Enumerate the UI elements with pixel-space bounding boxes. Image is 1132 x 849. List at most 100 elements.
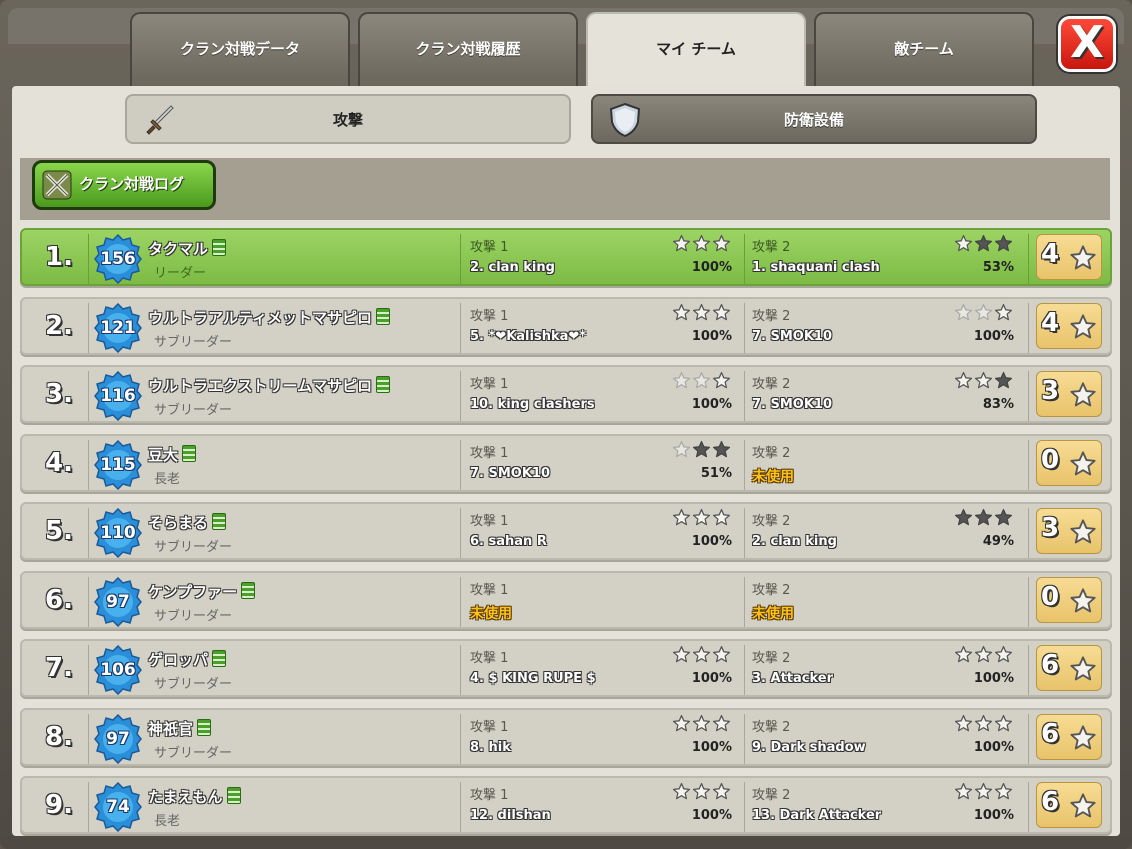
- notes-icon[interactable]: [212, 513, 227, 530]
- member-row[interactable]: 3. 116 ウルトラエクストリームマサピロ サブリーダー 攻撃 1 10. king c…: [20, 365, 1112, 423]
- star-icon: [712, 371, 731, 389]
- divider: [88, 371, 89, 421]
- member-row[interactable]: 5. 110 そらまる サブリーダー 攻撃 1 6. sahan R 100% 攻撃 2 2. …: [20, 502, 1112, 560]
- star-icon: [994, 782, 1013, 800]
- star-icon: [954, 645, 973, 663]
- attack-unused: 未使用: [470, 605, 512, 622]
- notes-icon[interactable]: [375, 307, 390, 325]
- member-rank: 3.: [45, 379, 73, 409]
- notes-icon[interactable]: [197, 718, 212, 736]
- tab-enemy-team[interactable]: 敵チーム: [814, 12, 1034, 86]
- member-role: 長老: [154, 814, 181, 829]
- member-row[interactable]: 2. 121 ウルトラアルティメットマサピロ サブリーダー 攻撃 1 5. *❤Kalis…: [20, 296, 1112, 355]
- attack-destruction: 100%: [973, 328, 1014, 344]
- attack-label: 攻撃 2: [752, 514, 791, 529]
- member-name[interactable]: ウルトラアルティメットマサピロ: [148, 307, 390, 328]
- divider: [88, 439, 89, 490]
- attack-stars: [672, 234, 732, 254]
- attack-stars: [672, 440, 732, 460]
- member-row[interactable]: 7. 106 ゲロッパ サブリーダー 攻撃 1 4. $ KING RUPE $ 100% 攻…: [20, 639, 1112, 697]
- total-stars-value: 0: [1041, 581, 1060, 612]
- attack-target[interactable]: 2. clan king: [470, 260, 555, 275]
- attack-target[interactable]: 12. dilshan: [470, 808, 551, 823]
- member-name-text: 豆大: [148, 445, 179, 464]
- member-role: サブリーダー: [154, 540, 233, 555]
- attack-stars: [954, 371, 1014, 391]
- level-value: 156: [100, 249, 136, 269]
- star-icon: [692, 234, 711, 252]
- star-icon: [672, 303, 691, 320]
- attack-target[interactable]: 7. SMOK10: [752, 329, 832, 344]
- attack-target[interactable]: 1. shaquani clash: [752, 260, 880, 275]
- attack-stars: [672, 645, 732, 665]
- notes-icon[interactable]: [212, 650, 227, 667]
- member-role: サブリーダー: [154, 334, 233, 350]
- notes-icon[interactable]: [226, 787, 241, 804]
- member-name[interactable]: タクマル: [148, 238, 227, 259]
- attack-target[interactable]: 13. Dark Attacker: [752, 808, 881, 823]
- attack-target[interactable]: 10. king clashers: [470, 397, 595, 412]
- subtab-defense[interactable]: 防衛設備: [591, 94, 1037, 144]
- star-icon: [692, 303, 711, 320]
- attack-target[interactable]: 7. SMOK10: [752, 397, 832, 412]
- member-name[interactable]: たまえもん: [148, 786, 241, 807]
- attack-destruction: 100%: [691, 328, 732, 344]
- star-icon: [712, 782, 731, 800]
- star-icon: [954, 782, 973, 800]
- attack-label: 攻撃 1: [470, 651, 509, 666]
- war-log-button[interactable]: クラン対戦ログ: [32, 160, 216, 210]
- tab-war-history[interactable]: クラン対戦履歴: [358, 12, 578, 86]
- attack-target[interactable]: 5. *❤Kalishka❤*: [470, 329, 586, 344]
- member-rank: 6.: [45, 584, 73, 615]
- member-name[interactable]: ウルトラエクストリームマサピロ: [148, 375, 391, 396]
- level-value: 97: [106, 591, 130, 612]
- notes-icon[interactable]: [212, 239, 227, 256]
- member-name-text: たまえもん: [148, 788, 223, 806]
- attack-target[interactable]: 9. Dark shadow: [752, 740, 866, 755]
- member-name[interactable]: 豆大: [148, 444, 197, 465]
- level-value: 121: [100, 317, 136, 338]
- attack-label: 攻撃 1: [470, 514, 509, 529]
- close-button[interactable]: X: [1058, 16, 1116, 72]
- member-row[interactable]: 6. 97 ケンプファー サブリーダー 攻撃 1 未使用 攻撃 2 未使用 0: [20, 570, 1112, 629]
- star-icon: [954, 234, 973, 252]
- attack-label: 攻撃 2: [752, 240, 791, 255]
- member-rank: 9.: [45, 790, 73, 820]
- tab-war-data[interactable]: クラン対戦データ: [130, 12, 350, 86]
- attack-destruction: 100%: [973, 671, 1014, 686]
- attack-target[interactable]: 6. sahan R: [470, 534, 547, 549]
- star-icon: [1070, 724, 1096, 749]
- level-value: 74: [106, 797, 130, 817]
- star-icon: [1070, 519, 1096, 544]
- notes-icon[interactable]: [241, 581, 256, 599]
- attack-target[interactable]: 2. clan king: [752, 534, 837, 549]
- divider: [460, 302, 461, 353]
- star-icon: [712, 303, 731, 320]
- notes-icon[interactable]: [376, 376, 391, 393]
- attack-target[interactable]: 4. $ KING RUPE $: [470, 671, 596, 686]
- divider: [744, 234, 745, 284]
- level-badge: 115: [94, 439, 142, 490]
- attack-target[interactable]: 8. hik: [470, 740, 511, 755]
- member-name[interactable]: ケンプファー: [148, 581, 256, 602]
- notes-icon[interactable]: [182, 444, 197, 462]
- star-icon: [974, 371, 993, 389]
- member-name[interactable]: そらまる: [148, 512, 227, 533]
- member-name[interactable]: ゲロッパ: [148, 649, 227, 670]
- total-stars: 0: [1036, 439, 1102, 486]
- tab-my-team[interactable]: マイ チーム: [586, 12, 806, 92]
- attack-destruction: 100%: [691, 808, 732, 823]
- member-row[interactable]: 4. 115 豆大 長老 攻撃 1 7. SMOK10 51% 攻撃 2 未使用 0: [20, 433, 1112, 492]
- member-row[interactable]: 9. 74 たまえもん 長老 攻撃 1 12. dilshan 100% 攻撃 2 13. Da…: [20, 776, 1112, 834]
- attack-target[interactable]: 7. SMOK10: [470, 466, 550, 481]
- level-value: 106: [100, 660, 136, 680]
- member-row[interactable]: 8. 97 神祇官 サブリーダー 攻撃 1 8. hik 100% 攻撃 2 9. Dark s…: [20, 707, 1112, 766]
- star-icon: [994, 371, 1013, 389]
- member-name[interactable]: 神祇官: [148, 718, 212, 739]
- attack-target[interactable]: 3. Attacker: [752, 671, 833, 686]
- member-row[interactable]: 1. 156 タクマル リーダー 攻撃 1 2. clan king 100% 攻撃 2 1. …: [20, 228, 1112, 286]
- attack-label: 攻撃 1: [470, 582, 509, 598]
- star-icon: [672, 371, 691, 389]
- subtab-attack[interactable]: 攻撃: [125, 94, 571, 144]
- star-icon: [1070, 313, 1096, 338]
